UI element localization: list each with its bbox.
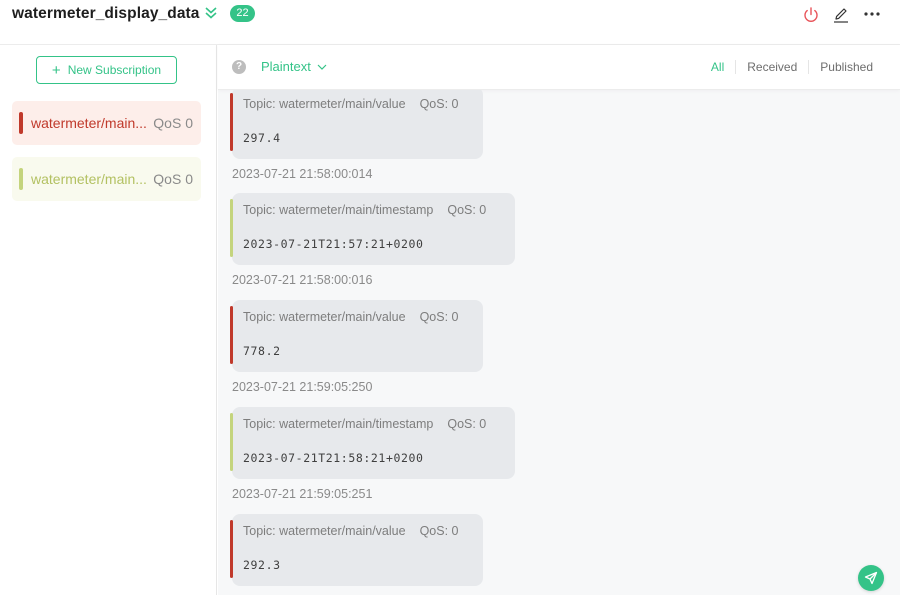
edit-icon[interactable] [832, 6, 850, 24]
message-qos: QoS: 0 [419, 310, 459, 324]
message-meta: Topic: watermeter/main/timestamp QoS: 0 [243, 203, 486, 217]
message-filter-group: All Received Published [700, 60, 884, 74]
more-icon[interactable] [863, 6, 881, 24]
message-qos: QoS: 0 [419, 524, 459, 538]
message-list: Topic: watermeter/main/value QoS: 0 297.4… [218, 90, 900, 595]
message-color-stripe [230, 413, 233, 471]
send-icon [864, 571, 878, 585]
message-qos: QoS: 0 [419, 97, 459, 111]
payload-format-select[interactable]: Plaintext [261, 59, 327, 74]
subscription-qos: QoS 0 [153, 171, 193, 187]
message-item[interactable]: Topic: watermeter/main/value QoS: 0 778.2… [230, 300, 483, 394]
message-color-stripe [230, 520, 233, 578]
message-payload: 778.2 [243, 344, 281, 358]
subscription-topic: watermeter/main... [31, 115, 147, 131]
message-qos: QoS: 0 [447, 417, 487, 431]
message-qos: QoS: 0 [447, 203, 487, 217]
message-color-stripe [230, 306, 233, 364]
message-timestamp: 2023-07-21 21:58:00:016 [232, 273, 373, 287]
message-bubble: Topic: watermeter/main/value QoS: 0 297.4 [230, 90, 483, 159]
message-bubble: Topic: watermeter/main/timestamp QoS: 0 2… [230, 407, 515, 479]
filter-published[interactable]: Published [808, 60, 884, 74]
filter-all[interactable]: All [700, 60, 735, 74]
message-item[interactable]: Topic: watermeter/main/value QoS: 0 297.4… [230, 90, 483, 181]
message-payload: 292.3 [243, 558, 281, 572]
subscription-color-bar [19, 112, 23, 134]
message-timestamp: 2023-07-21 21:58:00:014 [232, 167, 373, 181]
subscription-qos: QoS 0 [153, 115, 193, 131]
filter-received[interactable]: Received [735, 60, 808, 74]
messages-panel: ? Plaintext All Received Published Topic… [218, 45, 900, 595]
chevron-down-icon [317, 64, 327, 70]
message-payload: 2023-07-21T21:58:21+0200 [243, 451, 424, 465]
message-meta: Topic: watermeter/main/value QoS: 0 [243, 310, 459, 324]
message-topic: Topic: watermeter/main/value [243, 97, 406, 111]
message-payload: 2023-07-21T21:57:21+0200 [243, 237, 424, 251]
message-timestamp: 2023-07-21 21:59:05:251 [232, 487, 373, 501]
message-meta: Topic: watermeter/main/timestamp QoS: 0 [243, 417, 486, 431]
subscription-topic: watermeter/main... [31, 171, 147, 187]
power-icon[interactable] [802, 6, 820, 24]
message-timestamp: 2023-07-21 21:59:05:250 [232, 380, 373, 394]
messages-toolbar: ? Plaintext All Received Published [218, 45, 900, 90]
subscription-item-value[interactable]: watermeter/main... QoS 0 [12, 101, 201, 145]
message-count-badge: 22 [230, 5, 255, 22]
message-bubble: Topic: watermeter/main/value QoS: 0 778.2 [230, 300, 483, 372]
plus-icon: + [51, 61, 61, 79]
message-color-stripe [230, 93, 233, 151]
app-window: watermeter_display_data 22 + New Subscri… [0, 0, 900, 595]
message-color-stripe [230, 199, 233, 257]
connection-header: watermeter_display_data 22 [0, 0, 900, 45]
message-topic: Topic: watermeter/main/timestamp [243, 417, 434, 431]
message-topic: Topic: watermeter/main/timestamp [243, 203, 434, 217]
message-bubble: Topic: watermeter/main/value QoS: 0 292.3 [230, 514, 483, 586]
help-icon[interactable]: ? [232, 60, 246, 74]
message-item[interactable]: Topic: watermeter/main/timestamp QoS: 0 2… [230, 407, 515, 501]
message-payload: 297.4 [243, 131, 281, 145]
payload-format-value: Plaintext [261, 59, 311, 74]
message-item[interactable]: Topic: watermeter/main/timestamp QoS: 0 2… [230, 193, 515, 287]
subscription-item-timestamp[interactable]: watermeter/main... QoS 0 [12, 157, 201, 201]
new-subscription-button[interactable]: + New Subscription [36, 56, 177, 84]
subscriptions-sidebar: + New Subscription watermeter/main... Qo… [0, 45, 217, 595]
message-topic: Topic: watermeter/main/value [243, 524, 406, 538]
connection-title: watermeter_display_data [12, 5, 200, 22]
message-meta: Topic: watermeter/main/value QoS: 0 [243, 97, 459, 111]
message-topic: Topic: watermeter/main/value [243, 310, 406, 324]
message-bubble: Topic: watermeter/main/timestamp QoS: 0 2… [230, 193, 515, 265]
send-message-button[interactable] [858, 565, 884, 591]
message-meta: Topic: watermeter/main/value QoS: 0 [243, 524, 459, 538]
subscription-color-bar [19, 168, 23, 190]
collapse-icon[interactable] [204, 6, 218, 20]
message-item[interactable]: Topic: watermeter/main/value QoS: 0 292.3 [230, 514, 483, 586]
new-subscription-label: New Subscription [67, 63, 162, 77]
